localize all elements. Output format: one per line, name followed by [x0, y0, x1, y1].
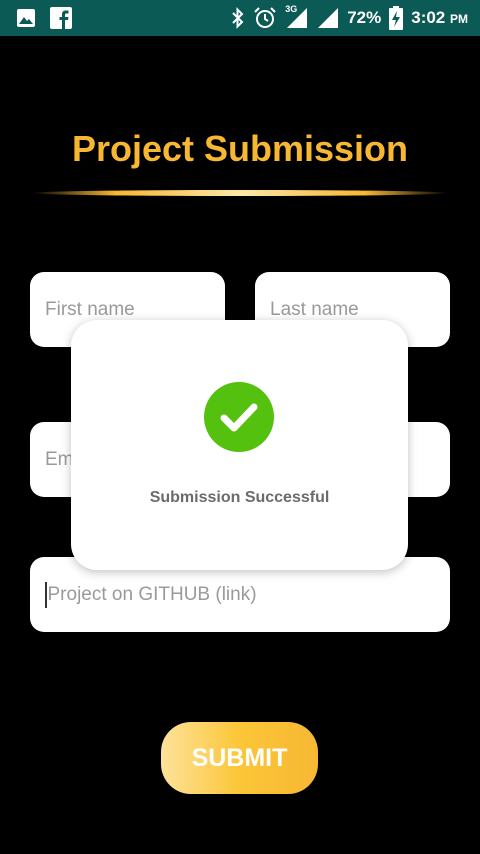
check-circle-icon	[204, 382, 274, 452]
facebook-icon	[50, 7, 72, 29]
signal-icon: 3G	[285, 4, 309, 29]
last-name-placeholder: Last name	[270, 298, 359, 320]
email-placeholder: Em	[45, 448, 74, 470]
first-name-placeholder: First name	[45, 298, 135, 320]
success-dialog[interactable]: Submission Successful	[71, 320, 408, 570]
network-type-label: 3G	[285, 4, 298, 14]
title-underline	[32, 190, 448, 196]
signal-strength-icon	[317, 7, 339, 29]
clock: 3:02 PM	[411, 8, 468, 28]
battery-charging-icon	[389, 6, 404, 30]
clock-am-pm: PM	[450, 12, 468, 26]
gallery-icon	[16, 8, 36, 28]
text-cursor	[45, 581, 47, 608]
battery-percentage: 72%	[347, 8, 382, 27]
page-title: Project Submission	[71, 128, 409, 169]
clock-time: 3:02	[411, 8, 446, 27]
bluetooth-icon	[231, 7, 245, 29]
submit-button[interactable]: SUBMIT	[161, 722, 318, 794]
status-bar: 3G 72% 3:02 PM	[0, 0, 480, 36]
github-link-placeholder: Project on GITHUB (link)	[47, 583, 257, 605]
dialog-message: Submission Successful	[149, 489, 330, 506]
alarm-icon	[253, 6, 277, 30]
